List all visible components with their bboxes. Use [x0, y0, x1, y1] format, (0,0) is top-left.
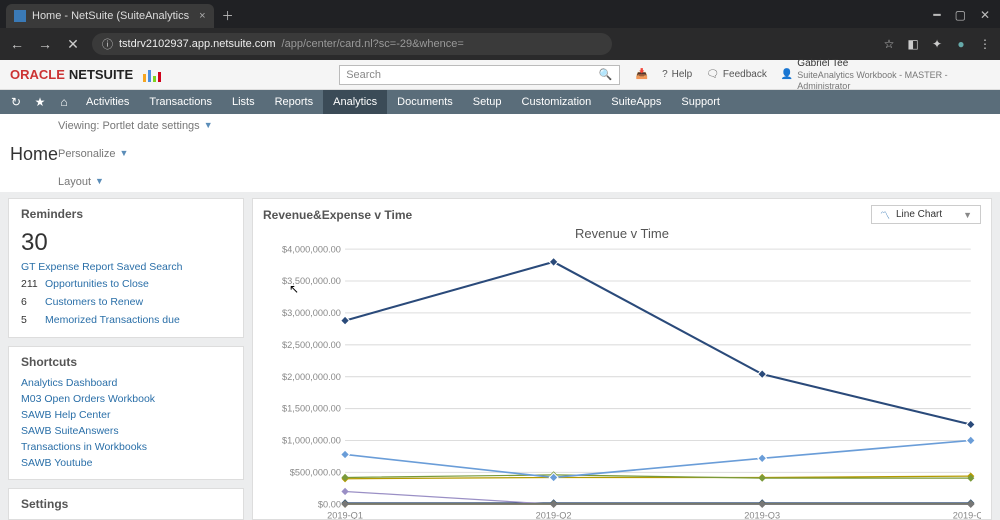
user-menu[interactable]: 👤 Gabriel Tee SuiteAnalytics Workbook - …	[781, 58, 990, 92]
svg-text:2019-Q3: 2019-Q3	[744, 511, 780, 520]
nav-suiteapps[interactable]: SuiteApps	[601, 90, 671, 114]
line-chart-icon: 〽	[880, 207, 890, 222]
nav-analytics[interactable]: Analytics	[323, 90, 387, 114]
chart-panel: Revenue&Expense v Time 〽 Line Chart ▼ Re…	[252, 198, 992, 520]
svg-text:2019-Q4: 2019-Q4	[953, 511, 981, 520]
bookmark-icon[interactable]: ☆	[882, 37, 896, 51]
url-host: tstdrv2102937.app.netsuite.com	[119, 38, 276, 50]
help-link[interactable]: ?Help	[662, 69, 692, 80]
url-input[interactable]: ⓘ tstdrv2102937.app.netsuite.com/app/cen…	[92, 33, 612, 55]
inbox-button[interactable]: 📥	[636, 69, 648, 80]
svg-text:$3,500,000.00: $3,500,000.00	[282, 276, 341, 286]
profile-icon[interactable]: ●	[954, 37, 968, 51]
feedback-link[interactable]: 🗨Feedback	[706, 69, 767, 80]
global-search-input[interactable]: Search 🔍	[339, 65, 619, 85]
reminder-item[interactable]: 211Opportunities to Close	[21, 275, 231, 293]
chart-panel-title: Revenue&Expense v Time	[263, 208, 412, 222]
avatar-icon: 👤	[781, 69, 793, 81]
extension-icon-1[interactable]: ◧	[906, 37, 920, 51]
settings-title: Settings	[21, 497, 231, 511]
window-minimize-icon[interactable]: ━	[933, 8, 940, 22]
reminders-subtitle[interactable]: GT Expense Report Saved Search	[21, 259, 231, 275]
nav-documents[interactable]: Documents	[387, 90, 463, 114]
forward-icon[interactable]: →	[36, 36, 54, 52]
settings-panel: Settings Personalize DashboardSet Prefer…	[8, 488, 244, 520]
search-icon[interactable]: 🔍	[599, 68, 613, 81]
tab-title: Home - NetSuite (SuiteAnalytics	[32, 10, 189, 22]
svg-text:$4,000,000.00: $4,000,000.00	[282, 245, 341, 254]
site-info-icon[interactable]: ⓘ	[102, 36, 113, 52]
nav-star-icon[interactable]: ★	[28, 90, 52, 114]
svg-text:2019-Q1: 2019-Q1	[327, 511, 363, 520]
svg-text:$500,000.00: $500,000.00	[290, 467, 341, 477]
logo-chart-icon	[143, 68, 163, 82]
window-maximize-icon[interactable]: ▢	[955, 8, 966, 22]
nav-setup[interactable]: Setup	[463, 90, 512, 114]
app-header: ORACLE NETSUITE Search 🔍 📥 ?Help 🗨Feedba…	[0, 60, 1000, 90]
shortcut-link[interactable]: SAWB Youtube	[21, 455, 231, 471]
svg-text:$2,000,000.00: $2,000,000.00	[282, 372, 341, 382]
tab-close-icon[interactable]: ×	[199, 10, 205, 22]
svg-text:$2,500,000.00: $2,500,000.00	[282, 340, 341, 350]
reminder-item[interactable]: 6Customers to Renew	[21, 293, 231, 311]
shortcuts-panel: Shortcuts Analytics DashboardM03 Open Or…	[8, 346, 244, 480]
reminders-panel: Reminders 30 GT Expense Report Saved Sea…	[8, 198, 244, 338]
nav-reports[interactable]: Reports	[265, 90, 324, 114]
nav-history-icon[interactable]: ↻	[4, 90, 28, 114]
url-path: /app/center/card.nl?sc=-29&whence=	[282, 38, 464, 50]
chart-svg: $0.00 $500,000.00 $1,000,000.00 $1,500,000.…	[263, 245, 981, 520]
personalize-button[interactable]: Personalize▼	[58, 148, 990, 160]
shortcut-link[interactable]: SAWB SuiteAnswers	[21, 423, 231, 439]
stop-icon[interactable]: ✕	[64, 36, 82, 53]
new-tab-button[interactable]: ＋	[222, 7, 234, 24]
svg-text:$0.00: $0.00	[318, 499, 341, 509]
shortcut-link[interactable]: Transactions in Workbooks	[21, 439, 231, 455]
view-settings[interactable]: Viewing: Portlet date settings▼	[58, 120, 990, 132]
nav-home-icon[interactable]: ⌂	[52, 90, 76, 114]
extension-icon-2[interactable]: ✦	[930, 37, 944, 51]
browser-tab[interactable]: Home - NetSuite (SuiteAnalytics ×	[6, 4, 214, 28]
shortcut-link[interactable]: Analytics Dashboard	[21, 375, 231, 391]
shortcut-link[interactable]: SAWB Help Center	[21, 407, 231, 423]
nav-customization[interactable]: Customization	[512, 90, 602, 114]
shortcut-link[interactable]: M03 Open Orders Workbook	[21, 391, 231, 407]
browser-titlebar: Home - NetSuite (SuiteAnalytics × ＋ ━ ▢ …	[0, 0, 1000, 28]
menu-icon[interactable]: ⋮	[978, 37, 992, 51]
tab-favicon	[14, 10, 26, 22]
chart-title: Revenue v Time	[263, 224, 981, 245]
reminders-title: Reminders	[21, 207, 231, 221]
nav-activities[interactable]: Activities	[76, 90, 139, 114]
layout-button[interactable]: Layout▼	[58, 176, 990, 188]
svg-text:2019-Q2: 2019-Q2	[536, 511, 572, 520]
svg-text:$1,000,000.00: $1,000,000.00	[282, 436, 341, 446]
reminders-count: 30	[21, 227, 231, 259]
svg-text:$3,000,000.00: $3,000,000.00	[282, 308, 341, 318]
svg-text:$1,500,000.00: $1,500,000.00	[282, 404, 341, 414]
shortcuts-title: Shortcuts	[21, 355, 231, 369]
window-close-icon[interactable]: ✕	[980, 8, 990, 22]
back-icon[interactable]: ←	[8, 36, 26, 52]
nav-support[interactable]: Support	[671, 90, 730, 114]
page-title: Home	[10, 144, 58, 165]
chart-type-select[interactable]: 〽 Line Chart ▼	[871, 205, 981, 224]
nav-lists[interactable]: Lists	[222, 90, 265, 114]
nav-transactions[interactable]: Transactions	[139, 90, 222, 114]
reminder-item[interactable]: 5Memorized Transactions due	[21, 311, 231, 329]
browser-addressbar: ← → ✕ ⓘ tstdrv2102937.app.netsuite.com/a…	[0, 28, 1000, 60]
main-nav: ↻ ★ ⌂ ActivitiesTransactionsListsReports…	[0, 90, 1000, 114]
brand-logo[interactable]: ORACLE NETSUITE	[10, 67, 163, 82]
